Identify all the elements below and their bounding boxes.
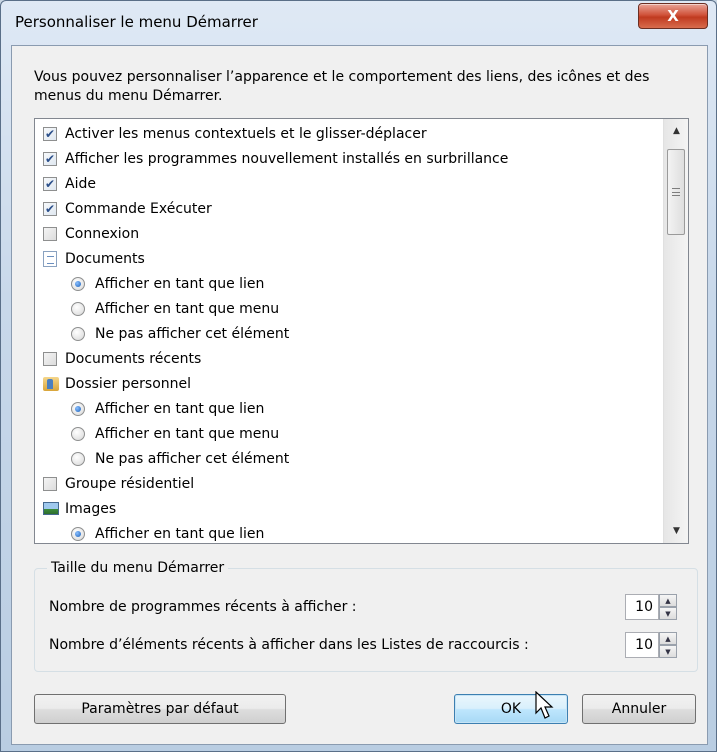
title-bar[interactable]: Personnaliser le menu Démarrer X xyxy=(1,1,716,45)
scroll-up-icon[interactable]: ▲ xyxy=(664,121,688,141)
list-item-label: Commande Exécuter xyxy=(65,200,212,217)
cancel-label: Annuler xyxy=(611,701,667,717)
restore-defaults-button[interactable]: Paramètres par défaut xyxy=(34,694,286,724)
list-item-label: Connexion xyxy=(65,225,140,242)
spin-down-icon[interactable]: ▼ xyxy=(659,607,677,620)
checkbox-unchecked[interactable] xyxy=(43,351,57,366)
list-item-label: Afficher en tant que menu xyxy=(95,300,280,317)
checkbox-row[interactable]: ✔ Activer les menus contextuels et le gli… xyxy=(35,121,663,146)
list-item-label: Afficher en tant que lien xyxy=(95,400,265,417)
checkbox-row[interactable]: Groupe résidentiel xyxy=(35,471,663,496)
group-header-row: Images xyxy=(35,496,663,521)
recent-programs-field[interactable]: 10 xyxy=(625,594,659,620)
dialog-client-area: Vous pouvez personnaliser l’apparence et… xyxy=(11,45,708,745)
recent-programs-stepper[interactable]: 10 ▲ ▼ xyxy=(625,594,677,620)
document-icon xyxy=(43,250,57,267)
jumplist-items-stepper[interactable]: 10 ▲ ▼ xyxy=(625,632,677,658)
list-item-label: Aide xyxy=(65,175,96,192)
radio-option-row[interactable]: Afficher en tant que lien xyxy=(35,396,663,421)
radio-option-row[interactable]: Afficher en tant que menu xyxy=(35,296,663,321)
checkbox-row[interactable]: ✔ Afficher les programmes nouvellement in… xyxy=(35,146,663,171)
start-menu-size-group: Taille du menu Démarrer Nombre de progra… xyxy=(34,560,698,672)
radio-unselected[interactable] xyxy=(71,301,85,316)
list-item-label: Documents récents xyxy=(65,350,202,367)
spin-up-icon[interactable]: ▲ xyxy=(659,632,677,645)
scroll-thumb[interactable] xyxy=(667,149,685,235)
radio-option-row[interactable]: Ne pas afficher cet élément xyxy=(35,321,663,346)
ok-label: OK xyxy=(500,701,522,717)
jumplist-items-field[interactable]: 10 xyxy=(625,632,659,658)
description-text: Vous pouvez personnaliser l’apparence et… xyxy=(34,69,650,104)
mouse-cursor-icon xyxy=(535,691,554,719)
list-item-label: Afficher en tant que lien xyxy=(95,275,265,292)
folder-icon xyxy=(43,376,59,391)
list-item-label: Activer les menus contextuels et le glis… xyxy=(65,125,427,142)
checkbox-checked[interactable]: ✔ xyxy=(43,151,57,166)
list-item-label: Dossier personnel xyxy=(65,375,192,392)
checkbox-unchecked[interactable] xyxy=(43,226,57,241)
list-item-label: Documents xyxy=(65,250,145,267)
checkbox-checked[interactable]: ✔ xyxy=(43,176,57,191)
radio-selected[interactable] xyxy=(71,526,85,541)
list-item-label: Afficher les programmes nouvellement ins… xyxy=(65,150,509,167)
spin-up-icon[interactable]: ▲ xyxy=(659,594,677,607)
list-item-label: Images xyxy=(65,500,117,517)
radio-option-row[interactable]: Ne pas afficher cet élément xyxy=(35,446,663,471)
radio-option-row[interactable]: Afficher en tant que lien xyxy=(35,271,663,296)
list-item-label: Ne pas afficher cet élément xyxy=(95,325,290,342)
radio-option-row[interactable]: Afficher en tant que menu xyxy=(35,421,663,446)
checkbox-checked[interactable]: ✔ xyxy=(43,201,57,216)
spin-down-icon[interactable]: ▼ xyxy=(659,645,677,658)
list-item-label: Groupe résidentiel xyxy=(65,475,195,492)
recent-programs-label: Nombre de programmes récents à afficher … xyxy=(49,599,357,615)
group-header-row: Documents xyxy=(35,246,663,271)
close-icon: X xyxy=(667,7,679,25)
radio-selected[interactable] xyxy=(71,401,85,416)
list-item-label: Ne pas afficher cet élément xyxy=(95,450,290,467)
jumplist-items-label: Nombre d’éléments récents à afficher dan… xyxy=(49,637,529,653)
vertical-scrollbar[interactable]: ▲ ▼ xyxy=(663,119,688,543)
scroll-down-icon[interactable]: ▼ xyxy=(664,521,688,541)
grip-icon xyxy=(672,188,680,196)
radio-unselected[interactable] xyxy=(71,451,85,466)
cancel-button[interactable]: Annuler xyxy=(582,694,696,724)
list-item-label: Afficher en tant que lien xyxy=(95,525,265,542)
checkbox-row[interactable]: ✔ Aide xyxy=(35,171,663,196)
group-legend: Taille du menu Démarrer xyxy=(47,560,229,576)
restore-defaults-label: Paramètres par défaut xyxy=(81,701,239,717)
radio-option-row[interactable]: Afficher en tant que lien xyxy=(35,521,663,543)
group-header-row: Dossier personnel xyxy=(35,371,663,396)
close-button[interactable]: X xyxy=(638,3,708,29)
dialog-window: Personnaliser le menu Démarrer X Vous po… xyxy=(0,0,717,752)
window-title: Personnaliser le menu Démarrer xyxy=(15,13,258,31)
list-item-label: Afficher en tant que menu xyxy=(95,425,280,442)
radio-unselected[interactable] xyxy=(71,426,85,441)
checkbox-row[interactable]: ✔ Commande Exécuter xyxy=(35,196,663,221)
radio-selected[interactable] xyxy=(71,276,85,291)
radio-unselected[interactable] xyxy=(71,326,85,341)
checkbox-row[interactable]: Connexion xyxy=(35,221,663,246)
checkbox-unchecked[interactable] xyxy=(43,476,57,491)
checkbox-row[interactable]: Documents récents xyxy=(35,346,663,371)
checkbox-checked[interactable]: ✔ xyxy=(43,126,57,141)
list-content: ✔ Activer les menus contextuels et le gli… xyxy=(35,121,663,543)
start-menu-items-list[interactable]: ✔ Activer les menus contextuels et le gli… xyxy=(34,118,689,544)
image-icon xyxy=(43,502,59,515)
